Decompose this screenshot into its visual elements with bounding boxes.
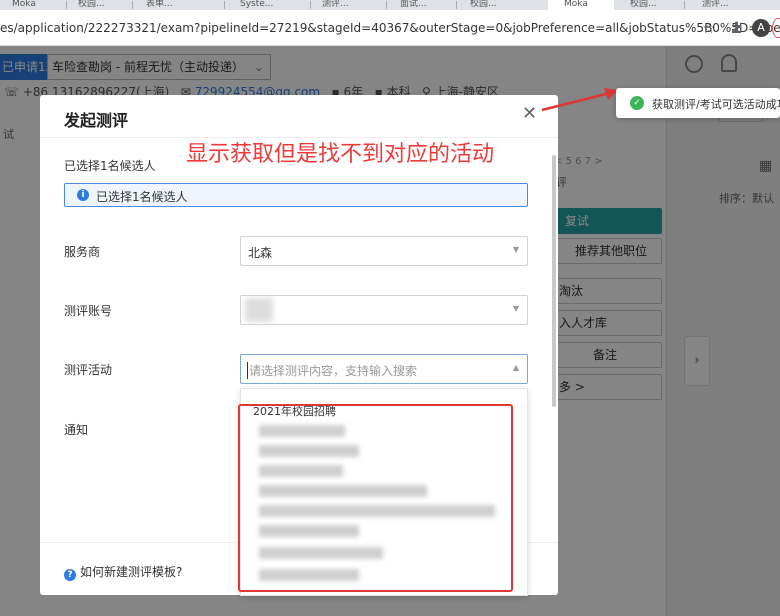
account-label: 测评账号 [64,304,113,318]
browser-menu-icon[interactable] [772,18,780,38]
browser-tab[interactable]: 校园... [470,0,497,10]
info-icon: i [77,189,89,201]
browser-tab[interactable]: 表单... [146,0,173,10]
chevron-down-icon: ▼ [512,304,519,313]
tab-separator [224,1,225,9]
browser-tab[interactable]: 面试... [400,0,427,10]
check-circle-icon: ✓ [630,96,644,110]
modal-close-icon[interactable]: ✕ [522,105,537,123]
tab-separator [132,1,133,9]
provider-select[interactable]: 北森 ▼ [240,236,528,266]
extensions-puzzle-icon[interactable] [730,20,744,34]
account-select[interactable]: ▼ [240,295,528,325]
annotation-arrow-icon [541,88,618,112]
selected-candidates-alert: i 已选择1名候选人 [64,183,528,207]
tab-separator [310,1,311,9]
url-text[interactable]: es/application/222273321/exam?pipelineId… [0,10,780,46]
browser-tab[interactable]: 测评... [702,0,729,10]
browser-tabstrip: Moka 校园... 表单... Syste... 测评... 面试... 校园… [0,0,780,10]
tab-separator [684,1,685,9]
help-link-text: 如何新建测评模板? [80,565,183,579]
help-link[interactable]: ? 如何新建测评模板? [64,563,182,581]
selected-candidates-label: 已选择1名候选人 [64,159,156,173]
chevron-up-icon: ▲ [512,363,519,372]
success-toast: ✓ 获取测评/考试可选活动成功 [616,88,780,118]
question-icon: ? [64,569,76,581]
browser-tab[interactable]: Syste... [240,0,273,10]
annotation-highlight-box [238,404,513,592]
selected-candidates-text: 已选择1名候选人 [96,190,188,204]
activity-search-input[interactable]: 请选择测评内容，支持输入搜索 [247,362,417,379]
activity-select[interactable]: 请选择测评内容，支持输入搜索 ▲ [240,354,528,384]
tab-separator [386,1,387,9]
address-bar[interactable]: es/application/222273321/exam?pipelineId… [0,10,780,46]
browser-tab[interactable]: 校园... [78,0,105,10]
provider-value: 北森 [248,246,273,260]
notify-label: 通知 [64,423,89,437]
toast-message: 获取测评/考试可选活动成功 [652,98,780,111]
bookmark-star-icon[interactable]: ☆ [702,19,715,37]
browser-tab-active[interactable]: Moka [548,0,614,10]
chevron-down-icon: ▼ [512,245,519,254]
redacted-account [245,298,273,322]
modal-title: 发起测评 [64,111,129,130]
annotation-note: 显示获取但是找不到对应的活动 [186,142,495,167]
tab-separator [66,1,67,9]
profile-avatar-icon[interactable]: A [752,19,770,37]
tab-separator [456,1,457,9]
activity-label: 测评活动 [64,363,113,377]
modal-scrollbar[interactable] [552,155,556,407]
browser-tab[interactable]: 校园... [630,0,657,10]
provider-label: 服务商 [64,245,101,259]
browser-tab[interactable]: Moka [12,0,36,10]
browser-tab[interactable]: 测评... [322,0,349,10]
